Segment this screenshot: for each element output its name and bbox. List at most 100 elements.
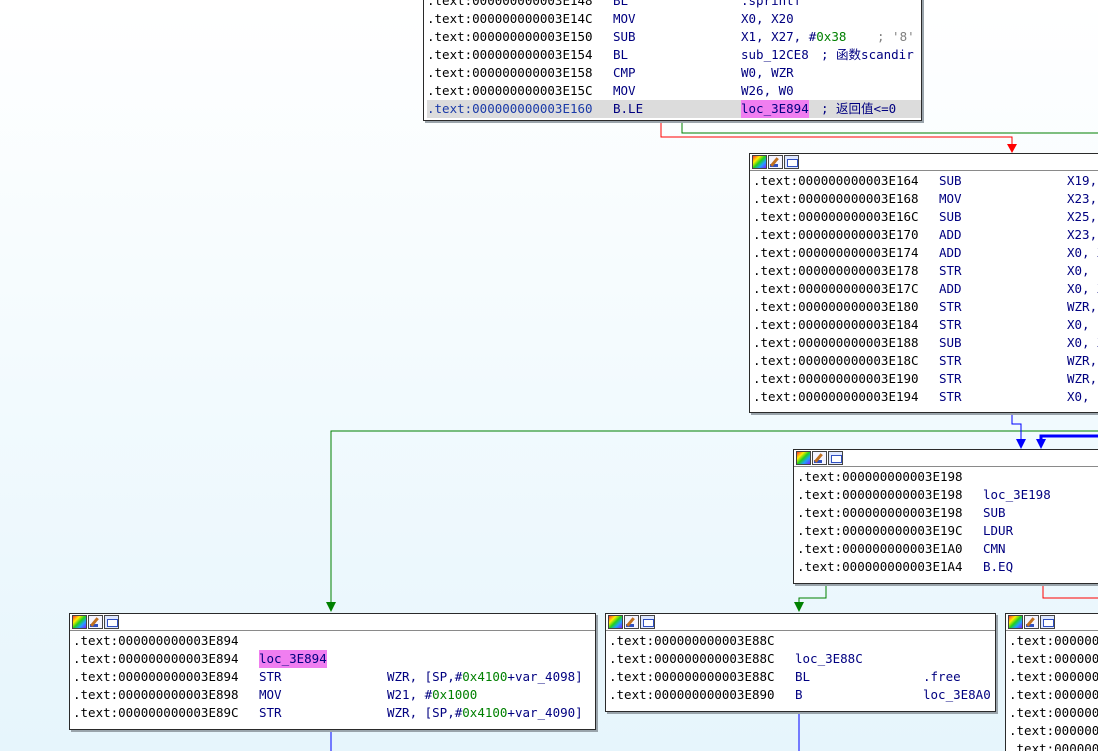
address: .text:000000000003E160 (427, 101, 593, 116)
operands[interactable]: W0, WZR (741, 64, 794, 82)
asm-row[interactable]: .text:000000000003E184 STR X0, (753, 316, 1098, 334)
branch-target-label[interactable]: loc_3E8A0 (923, 686, 991, 704)
asm-row[interactable]: .text:000000000003E15C MOV W26, W0 (427, 82, 921, 100)
operands[interactable]: X25, (1067, 208, 1097, 226)
address: .text:000000000003E16C (753, 209, 919, 224)
call-target[interactable]: .free (923, 668, 961, 686)
asm-row[interactable]: .text:000000000003E190 STR WZR, (753, 370, 1098, 388)
location-label[interactable]: loc_3E198 (983, 486, 1051, 504)
asm-row[interactable]: .text:000000000003E14C MOV X0, X20 (427, 10, 921, 28)
asm-row[interactable]: .text:000000000003E178 STR X0, (753, 262, 1098, 280)
asm-row[interactable]: .text:00000000 (1009, 704, 1098, 722)
rename-icon[interactable] (812, 451, 827, 465)
code-block-3E88C[interactable]: .text:000000000003E88C .text:00000000000… (605, 613, 996, 712)
operands[interactable]: X23, (1067, 190, 1097, 208)
mnemonic: SUB (613, 29, 636, 44)
operands[interactable]: W21, #0x1000 (387, 686, 477, 704)
edge-true (681, 120, 1098, 134)
operands[interactable]: X0, (1067, 262, 1090, 280)
asm-row[interactable]: .text:000000000003E88C (609, 632, 995, 650)
group-nodes-icon[interactable] (640, 615, 655, 629)
code-block-right-clipped[interactable]: .text:00000000 .text:00000000 .text:000000… (1005, 613, 1098, 751)
rename-icon[interactable] (624, 615, 639, 629)
code-block-3E164[interactable]: .text:000000000003E164 SUB X19, .text:00000… (749, 153, 1098, 413)
operands[interactable]: WZR, [SP,#0x4100+var_4090] (387, 704, 583, 722)
asm-row[interactable]: .text:00000000 (1009, 632, 1098, 650)
asm-row[interactable]: .text:000000000003E16C SUB X25, (753, 208, 1098, 226)
asm-row[interactable]: .text:00000000 (1009, 686, 1098, 704)
asm-row[interactable]: .text:000000000003E198 SUB (797, 504, 1098, 522)
ida-graph-view[interactable]: .text:000000000003E148 BL .sprintf .text:0… (0, 0, 1098, 751)
asm-row[interactable]: .text:000000000003E894 loc_3E894 (73, 650, 595, 668)
asm-row[interactable]: .text:000000000003E164 SUB X19, (753, 172, 1098, 190)
code-block-3E198[interactable]: .text:000000000003E198 .text:000000000003… (793, 449, 1098, 584)
branch-target-label[interactable]: loc_3E894 (741, 100, 809, 118)
asm-row[interactable]: .text:000000000003E170 ADD X23, (753, 226, 1098, 244)
asm-row[interactable]: .text:00000000 (1009, 740, 1098, 751)
operands[interactable]: X0, X (1067, 244, 1098, 262)
asm-row[interactable]: .text:000000000003E148 BL .sprintf (427, 0, 921, 10)
rename-icon[interactable] (88, 615, 103, 629)
asm-row-selected[interactable]: .text:000000000003E160 B.LE loc_3E894 ; 返回值… (427, 100, 921, 118)
group-nodes-icon[interactable] (104, 615, 119, 629)
code-block-3E894[interactable]: .text:000000000003E894 .text:00000000000… (69, 613, 596, 730)
asm-row[interactable]: .text:000000000003E1A0 CMN (797, 540, 1098, 558)
asm-row[interactable]: .text:000000000003E89C STR WZR, [SP,#0x410… (73, 704, 595, 722)
asm-row[interactable]: .text:000000000003E174 ADD X0, X (753, 244, 1098, 262)
rename-icon[interactable] (768, 155, 783, 169)
mnemonic: CMN (983, 541, 1006, 556)
asm-row[interactable]: .text:000000000003E18C STR WZR, (753, 352, 1098, 370)
palette-icon[interactable] (608, 615, 623, 629)
operands[interactable]: X0, X (1067, 280, 1098, 298)
asm-row[interactable]: .text:000000000003E150 SUB X1, X27, #0x38;… (427, 28, 921, 46)
palette-icon[interactable] (72, 615, 87, 629)
address: .text:000000000003E89C (73, 705, 239, 720)
asm-row[interactable]: .text:000000000003E198 (797, 468, 1098, 486)
operands[interactable]: W26, W0 (741, 82, 794, 100)
asm-row[interactable]: .text:000000000003E198 loc_3E198 (797, 486, 1098, 504)
palette-icon[interactable] (1008, 615, 1023, 629)
asm-row[interactable]: .text:00000000 (1009, 650, 1098, 668)
palette-icon[interactable] (752, 155, 767, 169)
asm-row[interactable]: .text:00000000 (1009, 668, 1098, 686)
operands[interactable]: WZR, (1067, 370, 1097, 388)
operands[interactable]: X0, X (1067, 334, 1098, 352)
operands[interactable]: sub_12CE8 (741, 46, 809, 64)
group-nodes-icon[interactable] (828, 451, 843, 465)
asm-row[interactable]: .text:000000000003E180 STR WZR, (753, 298, 1098, 316)
operands[interactable]: .sprintf (741, 0, 801, 10)
code-block-3E148[interactable]: .text:000000000003E148 BL .sprintf .text:0… (423, 0, 922, 121)
asm-row[interactable]: .text:000000000003E890 Bloc_3E8A0 (609, 686, 995, 704)
address: .text:000000000003E198 (797, 469, 963, 484)
group-nodes-icon[interactable] (784, 155, 799, 169)
asm-row[interactable]: .text:000000000003E17C ADD X0, X (753, 280, 1098, 298)
asm-row[interactable]: .text:000000000003E168 MOV X23, (753, 190, 1098, 208)
mnemonic: STR (939, 317, 962, 332)
location-label[interactable]: loc_3E88C (795, 650, 863, 668)
operands[interactable]: X23, (1067, 226, 1097, 244)
rename-icon[interactable] (1024, 615, 1039, 629)
asm-row[interactable]: .text:000000000003E154 BL sub_12CE8 ; 函数sca… (427, 46, 921, 64)
asm-row[interactable]: .text:000000000003E158 CMP W0, WZR (427, 64, 921, 82)
asm-row[interactable]: .text:000000000003E1A4 B.EQ (797, 558, 1098, 576)
asm-row[interactable]: .text:00000000 (1009, 722, 1098, 740)
operands[interactable]: WZR, (1067, 298, 1097, 316)
asm-row[interactable]: .text:000000000003E88C loc_3E88C (609, 650, 995, 668)
operands[interactable]: X19, (1067, 172, 1097, 190)
asm-row[interactable]: .text:000000000003E894 STR WZR, [SP,#0x410… (73, 668, 595, 686)
asm-row[interactable]: .text:000000000003E898 MOV W21, #0x1000 (73, 686, 595, 704)
asm-row[interactable]: .text:000000000003E188 SUB X0, X (753, 334, 1098, 352)
operands[interactable]: X0, (1067, 316, 1090, 334)
group-nodes-icon[interactable] (1040, 615, 1055, 629)
operands[interactable]: X0, X20 (741, 10, 794, 28)
operands[interactable]: WZR, (1067, 352, 1097, 370)
operands[interactable]: X1, X27, #0x38 (741, 28, 846, 46)
asm-row[interactable]: .text:000000000003E88C BL .free (609, 668, 995, 686)
location-label[interactable]: loc_3E894 (259, 650, 327, 668)
asm-row[interactable]: .text:000000000003E19C LDUR (797, 522, 1098, 540)
operands[interactable]: X0, (1067, 388, 1090, 406)
asm-row[interactable]: .text:000000000003E894 (73, 632, 595, 650)
asm-row[interactable]: .text:000000000003E194 STR X0, (753, 388, 1098, 406)
palette-icon[interactable] (796, 451, 811, 465)
operands[interactable]: WZR, [SP,#0x4100+var_4098] (387, 668, 583, 686)
